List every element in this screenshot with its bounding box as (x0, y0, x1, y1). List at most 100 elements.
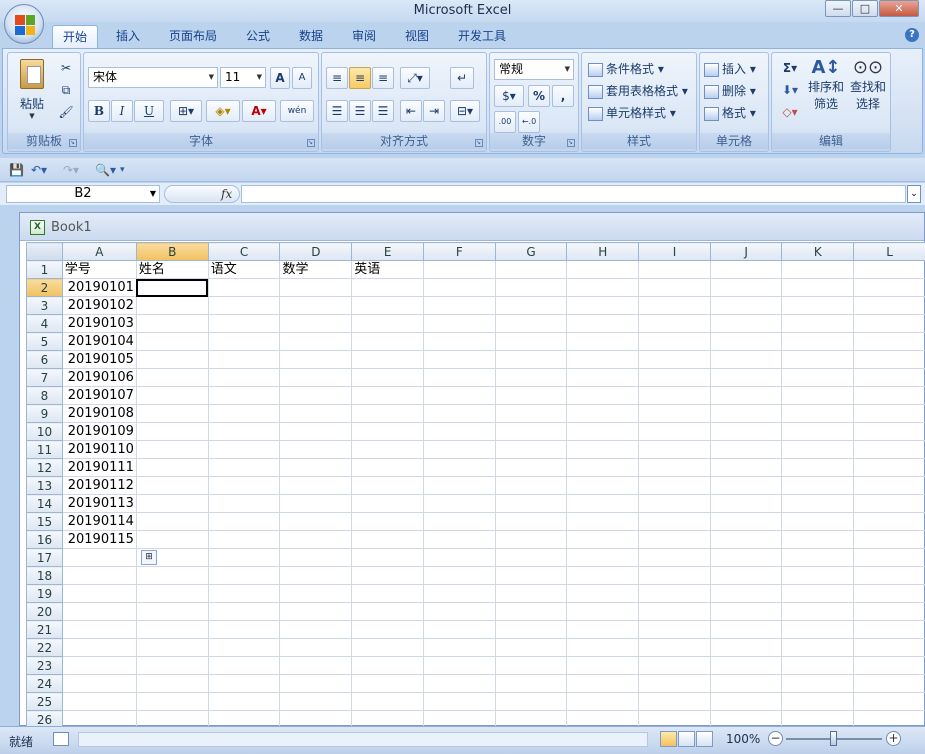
cell-J22[interactable] (709, 638, 783, 657)
cell-J6[interactable] (709, 350, 783, 369)
cell-L15[interactable] (853, 512, 925, 531)
row-header[interactable]: 7 (26, 368, 63, 387)
cell-C4[interactable] (207, 314, 281, 333)
cell-K24[interactable] (781, 674, 855, 693)
percent-button[interactable]: % (528, 85, 550, 107)
cell-D24[interactable] (279, 674, 353, 693)
cell-A9[interactable]: 20190108 (61, 404, 137, 423)
find-select-button[interactable]: ⊙⊙ 查找和 选择 (848, 57, 888, 112)
cell-I10[interactable] (638, 422, 711, 441)
dialog-launcher-icon[interactable]: ↘ (475, 139, 483, 147)
cell-G6[interactable] (494, 350, 568, 369)
tab-home[interactable]: 开始 (52, 25, 98, 48)
align-top-icon[interactable]: ≡ (326, 67, 348, 89)
cell-J2[interactable] (709, 278, 783, 297)
cell-G12[interactable] (494, 458, 568, 477)
format-cells-button[interactable]: 格式 ▾ (704, 103, 756, 123)
insert-cells-button[interactable]: 插入 ▾ (704, 59, 756, 79)
cell-D10[interactable] (279, 422, 353, 441)
cell-I24[interactable] (638, 674, 711, 693)
cell-B23[interactable] (135, 656, 209, 675)
cell-D3[interactable] (279, 296, 353, 315)
redo-icon[interactable]: ↷▾ (63, 163, 79, 177)
decrease-indent-icon[interactable]: ⇤ (400, 100, 422, 122)
row-header[interactable]: 20 (26, 602, 63, 621)
row-header[interactable]: 18 (26, 566, 63, 585)
cell-G1[interactable] (494, 260, 568, 279)
cell-G20[interactable] (494, 602, 568, 621)
cell-H17[interactable] (566, 548, 640, 567)
cell-A15[interactable]: 20190114 (61, 512, 137, 531)
cell-K4[interactable] (781, 314, 855, 333)
cell-L12[interactable] (853, 458, 925, 477)
cell-D9[interactable] (279, 404, 353, 423)
cell-E1[interactable]: 英语 (351, 260, 425, 279)
cell-L5[interactable] (853, 332, 925, 351)
cell-D4[interactable] (279, 314, 353, 333)
cell-H2[interactable] (566, 278, 640, 297)
wrap-text-icon[interactable]: ↵ (450, 67, 474, 89)
cell-C19[interactable] (207, 584, 281, 603)
column-header[interactable]: J (709, 242, 783, 261)
cell-E19[interactable] (351, 584, 425, 603)
sort-filter-button[interactable]: A↕ 排序和 筛选 (806, 57, 846, 112)
cell-H21[interactable] (566, 620, 640, 639)
dialog-launcher-icon[interactable]: ↘ (567, 139, 575, 147)
underline-button[interactable]: U (134, 100, 164, 122)
cell-C22[interactable] (207, 638, 281, 657)
cell-E4[interactable] (351, 314, 425, 333)
cell-F10[interactable] (423, 422, 496, 441)
cell-E10[interactable] (351, 422, 425, 441)
cell-I16[interactable] (638, 530, 711, 549)
tab-data[interactable]: 数据 (289, 25, 333, 48)
cell-H25[interactable] (566, 692, 640, 711)
close-button[interactable]: ✕ (879, 0, 919, 17)
borders-icon[interactable]: ⊞▾ (170, 100, 202, 122)
cell-H19[interactable] (566, 584, 640, 603)
cell-K6[interactable] (781, 350, 855, 369)
align-center-icon[interactable]: ☰ (349, 100, 371, 122)
cell-J25[interactable] (709, 692, 783, 711)
paste-options-icon[interactable]: ⊞ (141, 550, 157, 565)
cell-D1[interactable]: 数学 (279, 260, 353, 279)
cell-D16[interactable] (279, 530, 353, 549)
cell-K5[interactable] (781, 332, 855, 351)
cell-C24[interactable] (207, 674, 281, 693)
cell-I6[interactable] (638, 350, 711, 369)
cell-J26[interactable] (709, 710, 783, 727)
cell-K7[interactable] (781, 368, 855, 387)
cell-H9[interactable] (566, 404, 640, 423)
bold-button[interactable]: B (88, 100, 110, 122)
cell-K8[interactable] (781, 386, 855, 405)
cell-K11[interactable] (781, 440, 855, 459)
cell-H11[interactable] (566, 440, 640, 459)
cell-I7[interactable] (638, 368, 711, 387)
cell-K3[interactable] (781, 296, 855, 315)
cell-D5[interactable] (279, 332, 353, 351)
increase-indent-icon[interactable]: ⇥ (423, 100, 445, 122)
cell-G7[interactable] (494, 368, 568, 387)
align-middle-icon[interactable]: ≡ (349, 67, 371, 89)
cell-C20[interactable] (207, 602, 281, 621)
format-as-table-button[interactable]: 套用表格格式 ▾ (588, 81, 688, 101)
cell-L7[interactable] (853, 368, 925, 387)
cell-I15[interactable] (638, 512, 711, 531)
cell-I1[interactable] (638, 260, 711, 279)
cell-A5[interactable]: 20190104 (61, 332, 137, 351)
cut-icon[interactable]: ✂ (56, 57, 76, 79)
fill-icon[interactable]: ⬇▾ (776, 79, 804, 101)
grow-font-button[interactable]: A (270, 67, 290, 89)
cell-F6[interactable] (423, 350, 496, 369)
cell-A13[interactable]: 20190112 (61, 476, 137, 495)
cell-I19[interactable] (638, 584, 711, 603)
cell-D6[interactable] (279, 350, 353, 369)
cell-F26[interactable] (423, 710, 496, 727)
cell-G16[interactable] (494, 530, 568, 549)
cell-L21[interactable] (853, 620, 925, 639)
cell-K12[interactable] (781, 458, 855, 477)
currency-icon[interactable]: $▾ (494, 85, 524, 107)
cell-G8[interactable] (494, 386, 568, 405)
row-header[interactable]: 10 (26, 422, 63, 441)
cell-F20[interactable] (423, 602, 496, 621)
cell-B26[interactable] (135, 710, 209, 727)
